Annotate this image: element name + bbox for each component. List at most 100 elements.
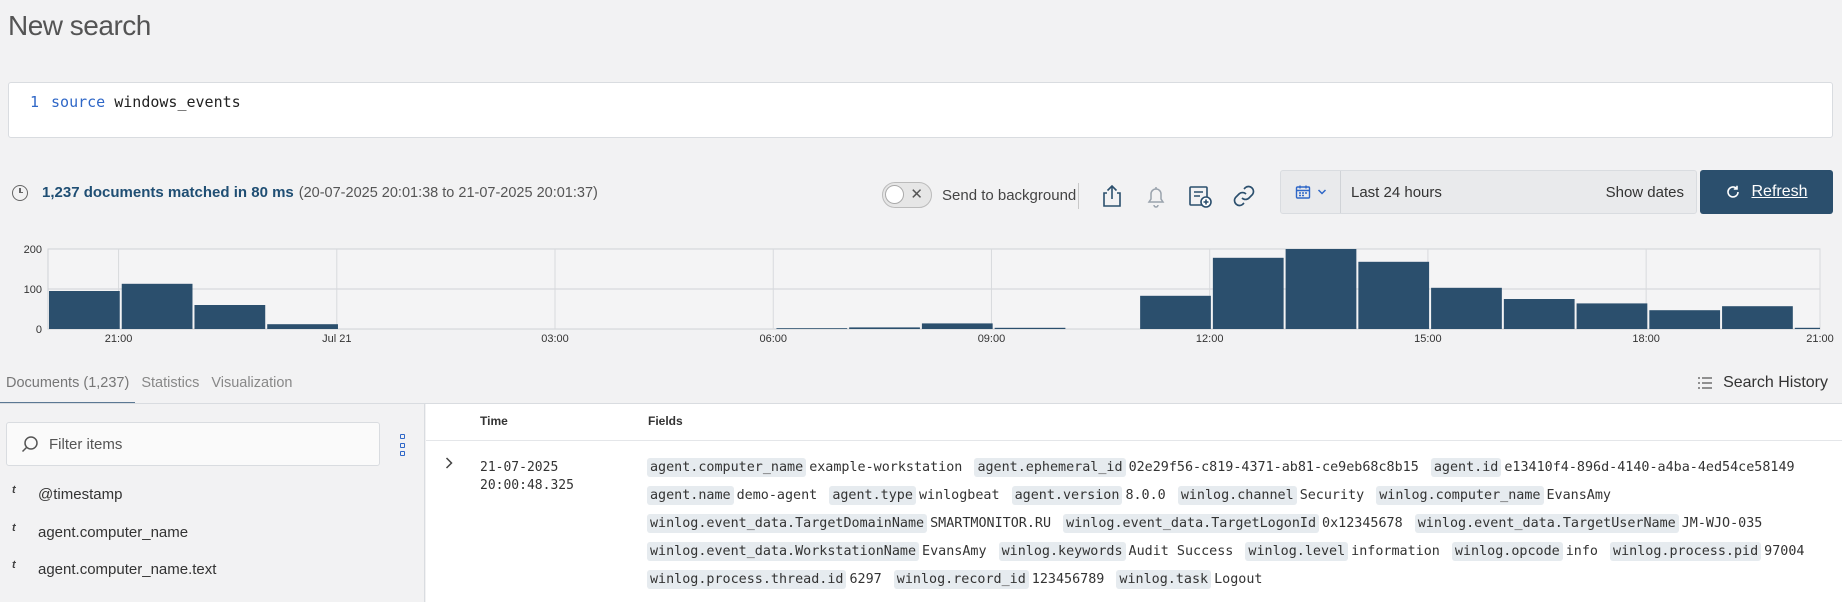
field-options-button[interactable] bbox=[396, 434, 408, 456]
field-key[interactable]: agent.name bbox=[647, 486, 734, 505]
histogram-bar bbox=[194, 305, 266, 329]
refresh-button[interactable]: Refresh bbox=[1700, 170, 1833, 214]
fields-sidebar: t @timestamp t agent.computer_name t age… bbox=[0, 404, 425, 602]
histogram-bar bbox=[1140, 295, 1211, 329]
field-type-icon: t bbox=[12, 559, 16, 571]
field-key[interactable]: winlog.event_data.WorkstationName bbox=[647, 542, 920, 561]
row-fields: agent.computer_name example-workstation a… bbox=[647, 454, 1837, 594]
histogram-bar bbox=[1576, 303, 1648, 329]
date-preset[interactable]: Last 24 hours bbox=[1351, 184, 1606, 201]
field-value: information bbox=[1351, 544, 1440, 559]
histogram-bar bbox=[776, 328, 848, 329]
field-value: 6297 bbox=[849, 572, 882, 587]
histogram-bar bbox=[121, 283, 193, 329]
x-tick-label: Jul 21 bbox=[322, 333, 351, 345]
link-icon[interactable] bbox=[1228, 180, 1260, 212]
date-picker: Last 24 hours Show dates bbox=[1280, 170, 1697, 214]
field-key[interactable]: winlog.event_data.TargetDomainName bbox=[647, 514, 928, 533]
histogram-bar bbox=[1431, 287, 1502, 329]
results-tabs: Documents (1,237) Statistics Visualizati… bbox=[0, 372, 298, 404]
histogram-chart[interactable]: 200 100 0 21:00 Jul 21 03:00 06:00 09:00 12:00 15… bbox=[0, 240, 1842, 345]
field-type-icon: t bbox=[12, 484, 16, 496]
refresh-icon bbox=[1727, 185, 1740, 198]
x-tick-label: 15:00 bbox=[1414, 333, 1442, 345]
field-key[interactable]: winlog.computer_name bbox=[1376, 486, 1544, 505]
query-editor[interactable]: 1 source windows_events bbox=[8, 82, 1833, 138]
y-tick-label: 200 bbox=[24, 244, 42, 256]
histogram-bar bbox=[1212, 257, 1284, 329]
field-key[interactable]: winlog.level bbox=[1245, 542, 1349, 561]
field-key[interactable]: winlog.keywords bbox=[998, 542, 1126, 561]
toolbar-divider bbox=[1078, 183, 1079, 209]
share-icon[interactable] bbox=[1096, 180, 1128, 212]
filter-items-field[interactable] bbox=[6, 422, 380, 466]
field-key[interactable]: winlog.process.thread.id bbox=[647, 570, 847, 589]
field-value: info bbox=[1565, 544, 1598, 559]
field-name: agent.computer_name.text bbox=[38, 560, 217, 578]
bell-icon[interactable] bbox=[1140, 180, 1172, 212]
field-list-item[interactable]: t agent.computer_name bbox=[12, 520, 188, 544]
field-key[interactable]: winlog.channel bbox=[1177, 486, 1297, 505]
toggle-knob bbox=[885, 185, 904, 204]
field-value: demo-agent bbox=[736, 488, 818, 503]
field-name: agent.computer_name bbox=[38, 523, 189, 541]
field-value: 0x12345678 bbox=[1322, 516, 1403, 531]
search-history-label: Search History bbox=[1723, 374, 1828, 391]
send-to-background-label: Send to background bbox=[942, 186, 1077, 204]
x-tick-label: 21:00 bbox=[1806, 333, 1834, 345]
field-list-item[interactable]: t @timestamp bbox=[12, 482, 122, 506]
field-value: EvansAmy bbox=[922, 544, 987, 559]
field-value: EvansAmy bbox=[1546, 488, 1612, 503]
field-key[interactable]: agent.ephemeral_id bbox=[974, 458, 1126, 477]
search-history-button[interactable]: Search History bbox=[1697, 374, 1828, 392]
field-key[interactable]: agent.computer_name bbox=[647, 458, 807, 477]
field-name: @timestamp bbox=[38, 485, 123, 503]
line-number: 1 bbox=[30, 93, 40, 111]
histogram-bar bbox=[267, 324, 338, 329]
field-key[interactable]: winlog.event_data.TargetLogonId bbox=[1063, 514, 1320, 533]
send-to-background-toggle[interactable]: ✕ bbox=[882, 182, 932, 208]
field-type-icon: t bbox=[12, 522, 16, 534]
field-value: e13410f4-896d-4140-a4ba-4ed54ce58149 bbox=[1504, 460, 1795, 475]
close-icon: ✕ bbox=[910, 186, 923, 203]
column-header-fields[interactable]: Fields bbox=[648, 414, 683, 428]
x-tick-label: 18:00 bbox=[1632, 333, 1660, 345]
tab-visualization[interactable]: Visualization bbox=[205, 372, 298, 404]
x-tick-label: 21:00 bbox=[105, 333, 133, 345]
time-range-text: (20-07-2025 20:01:38 to 21-07-2025 20:01… bbox=[298, 184, 598, 201]
histogram-bar bbox=[1285, 249, 1357, 329]
query-source: windows_events bbox=[114, 93, 241, 111]
field-list-item[interactable]: t agent.computer_name.text bbox=[12, 557, 216, 581]
send-to-background: ✕ Send to background bbox=[882, 182, 1076, 208]
histogram-bar bbox=[1358, 261, 1430, 329]
x-tick-label: 12:00 bbox=[1196, 333, 1224, 345]
field-key[interactable]: agent.version bbox=[1011, 486, 1123, 505]
field-value: Security bbox=[1299, 488, 1365, 503]
results-summary: 1,237 documents matched in 80 ms (20-07-… bbox=[12, 184, 598, 201]
field-value: 97004 bbox=[1764, 544, 1805, 559]
field-key[interactable]: winlog.record_id bbox=[893, 570, 1029, 589]
calendar-dropdown[interactable] bbox=[1281, 171, 1341, 213]
field-key[interactable]: agent.id bbox=[1430, 458, 1502, 477]
tab-statistics[interactable]: Statistics bbox=[135, 372, 205, 404]
field-value: example-workstation bbox=[809, 460, 963, 475]
show-dates-link[interactable]: Show dates bbox=[1606, 184, 1684, 201]
column-header-time[interactable]: Time bbox=[480, 414, 508, 428]
field-key[interactable]: winlog.event_data.TargetUserName bbox=[1414, 514, 1679, 533]
y-tick-label: 0 bbox=[36, 324, 42, 336]
tab-documents[interactable]: Documents (1,237) bbox=[0, 372, 136, 404]
add-report-icon[interactable] bbox=[1184, 180, 1216, 212]
histogram-bar bbox=[1794, 327, 1820, 329]
field-value: Audit Success bbox=[1128, 544, 1234, 559]
y-tick-label: 100 bbox=[24, 284, 42, 296]
field-key[interactable]: agent.type bbox=[829, 486, 916, 505]
field-key[interactable]: winlog.opcode bbox=[1451, 542, 1563, 561]
field-key[interactable]: winlog.process.pid bbox=[1610, 542, 1762, 561]
field-key[interactable]: winlog.task bbox=[1116, 570, 1212, 589]
field-value: 8.0.0 bbox=[1125, 488, 1166, 503]
filter-items-input[interactable] bbox=[49, 435, 349, 453]
histogram-bar bbox=[1649, 310, 1721, 329]
field-value: SMARTMONITOR.RU bbox=[930, 516, 1052, 531]
x-tick-label: 03:00 bbox=[541, 333, 569, 345]
expand-row-button[interactable] bbox=[440, 454, 458, 472]
